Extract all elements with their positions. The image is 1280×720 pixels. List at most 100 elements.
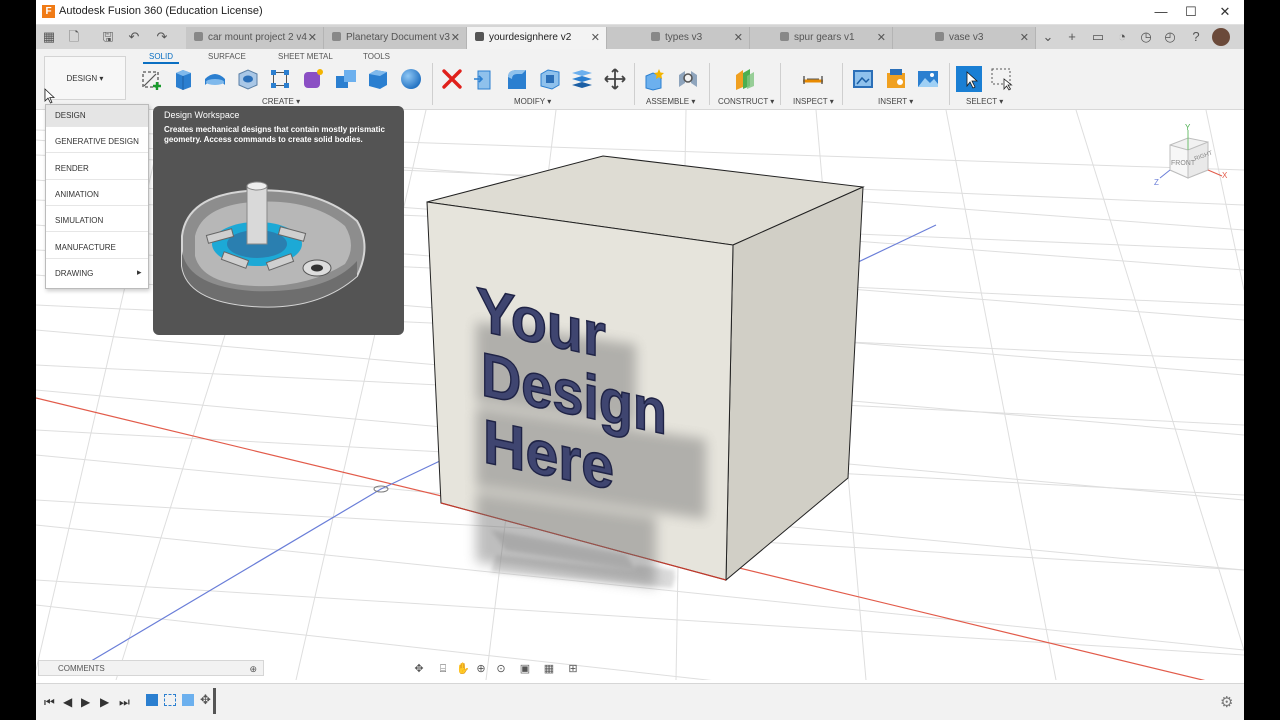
tooltip-description: Creates mechanical designs that contain … [164, 125, 385, 144]
delete-icon[interactable] [440, 67, 464, 91]
tab-overflow-chevron-icon[interactable]: ⌄ [1038, 28, 1058, 46]
close-tab-icon[interactable]: ✕ [591, 27, 600, 49]
measure-icon[interactable] [801, 67, 825, 91]
tab-car-mount-project[interactable]: car mount project 2 v4 ✕ [186, 27, 324, 49]
new-tab-plus-icon[interactable]: + [1062, 28, 1082, 46]
tab-sheet-metal[interactable]: SHEET METAL [278, 52, 333, 61]
tab-planetary-document[interactable]: Planetary Document v3 ✕ [324, 27, 467, 49]
modify-group-label[interactable]: MODIFY ▾ [514, 97, 551, 106]
offset-plane-icon[interactable] [733, 67, 757, 91]
select-icon[interactable] [956, 66, 982, 92]
go-to-end-icon[interactable]: ⏭ [119, 695, 130, 709]
fillet-icon[interactable] [505, 67, 529, 91]
display-settings-icon[interactable]: ▣ [518, 662, 532, 676]
press-pull-icon[interactable] [472, 67, 496, 91]
combine-icon[interactable] [334, 67, 358, 91]
tab-types[interactable]: types v3 ✕ [607, 27, 750, 49]
fit-zoom-icon[interactable]: ⊙ [494, 662, 508, 676]
notifications-icon[interactable]: ▭ [1088, 28, 1108, 46]
menu-item-manufacture[interactable]: MANUFACTURE [46, 237, 148, 259]
help-icon[interactable]: ? [1186, 28, 1206, 46]
menu-item-drawing[interactable]: DRAWING [46, 263, 148, 285]
sphere-icon[interactable] [399, 67, 423, 91]
data-panel-grid-icon[interactable]: ▦ [39, 28, 59, 46]
timeline-move-feature-icon[interactable]: ✥ [200, 692, 211, 708]
look-at-icon[interactable]: ⌸ [436, 662, 450, 676]
workspace-switcher-button[interactable]: DESIGN ▾ [44, 56, 126, 100]
menu-item-generative-design[interactable]: GENERATIVE DESIGN [46, 131, 148, 153]
timeline-sketch-feature-icon[interactable] [164, 694, 176, 706]
close-tab-icon[interactable]: ✕ [451, 27, 460, 49]
menu-item-animation[interactable]: ANIMATION [46, 184, 148, 206]
timeline-settings-gear-icon[interactable]: ⚙ [1220, 693, 1233, 711]
add-comment-icon[interactable]: ⊕ [249, 661, 257, 677]
shell-icon[interactable] [538, 67, 562, 91]
menu-item-design[interactable]: DESIGN [46, 105, 148, 127]
workspace-dropdown-menu: DESIGN GENERATIVE DESIGN RENDER ANIMATIO… [45, 104, 149, 289]
orbit-icon[interactable]: ✥ [412, 662, 426, 676]
timeline-extrude-feature-icon[interactable] [146, 694, 158, 706]
save-icon[interactable]: 🖫 [98, 28, 118, 46]
design-workspace-tooltip: Design Workspace Creates mechanical desi… [153, 106, 404, 335]
step-back-icon[interactable]: ◀ [63, 695, 72, 709]
comments-panel[interactable]: COMMENTS ⊕ [38, 660, 264, 676]
minimize-button[interactable]: — [1144, 2, 1178, 22]
close-tab-icon[interactable]: ✕ [877, 27, 886, 49]
create-sketch-icon[interactable] [140, 67, 164, 91]
insert-mcmaster-icon[interactable] [884, 67, 908, 91]
split-body-icon[interactable] [570, 67, 594, 91]
zoom-window-icon[interactable]: ⊕ [474, 662, 488, 676]
title-bar: F Autodesk Fusion 360 (Education License… [36, 0, 1244, 25]
insert-group-label[interactable]: INSERT ▾ [878, 97, 913, 106]
undo-icon[interactable]: ↶ [124, 28, 144, 46]
hole-icon[interactable] [236, 67, 260, 91]
close-tab-icon[interactable]: ✕ [308, 27, 317, 49]
assemble-group-label[interactable]: ASSEMBLE ▾ [646, 97, 695, 106]
extrude-icon[interactable] [171, 67, 195, 91]
play-icon[interactable]: ▶ [81, 695, 90, 709]
viewcube-x-axis-label: X [1222, 171, 1228, 180]
window-select-icon[interactable] [990, 67, 1014, 91]
maximize-button[interactable]: ☐ [1174, 2, 1208, 22]
extensions-icon[interactable]: ◔ [1112, 28, 1132, 46]
step-forward-icon[interactable]: ▶ [100, 695, 109, 709]
new-component-icon[interactable] [643, 67, 667, 91]
tab-yourdesignhere[interactable]: yourdesignhere v2 ✕ [467, 27, 607, 49]
history-clock-icon[interactable]: ◴ [1160, 28, 1180, 46]
tab-solid[interactable]: SOLID [142, 52, 180, 64]
grid-settings-icon[interactable]: ▦ [542, 662, 556, 676]
construct-group-label[interactable]: CONSTRUCT ▾ [718, 97, 774, 106]
insert-derive-icon[interactable] [851, 67, 875, 91]
viewcube-front-label[interactable]: FRONT [1171, 160, 1196, 167]
pan-hand-icon[interactable]: ✋ [456, 662, 470, 676]
form-icon[interactable] [301, 67, 325, 91]
tab-spur-gears[interactable]: spur gears v1 ✕ [750, 27, 893, 49]
go-to-start-icon[interactable]: ⏮ [44, 695, 55, 709]
close-window-button[interactable]: ✕ [1208, 2, 1242, 22]
timeline-marker[interactable] [213, 688, 216, 714]
menu-item-simulation[interactable]: SIMULATION [46, 210, 148, 232]
revolve-icon[interactable] [203, 67, 227, 91]
gearbox-preview-image [181, 181, 366, 308]
create-group-label[interactable]: CREATE ▾ [262, 97, 300, 106]
menu-item-render[interactable]: RENDER [46, 158, 148, 180]
joint-icon[interactable] [676, 67, 700, 91]
view-cube[interactable]: FRONT RIGHT Y X Z [1154, 123, 1228, 187]
tab-tools[interactable]: TOOLS [363, 52, 390, 61]
box-icon[interactable] [366, 67, 390, 91]
file-menu-icon[interactable]: 🗋 [64, 28, 84, 46]
user-avatar[interactable] [1212, 28, 1230, 46]
insert-canvas-icon[interactable] [916, 67, 940, 91]
viewports-icon[interactable]: ⊞ [566, 662, 580, 676]
inspect-group-label[interactable]: INSPECT ▾ [793, 97, 834, 106]
pattern-icon[interactable] [268, 67, 292, 91]
tab-surface[interactable]: SURFACE [208, 52, 246, 61]
close-tab-icon[interactable]: ✕ [1020, 27, 1029, 49]
redo-icon[interactable]: ↷ [152, 28, 172, 46]
move-copy-icon[interactable] [603, 67, 627, 91]
timeline-emboss-feature-icon[interactable] [182, 694, 194, 706]
tab-vase[interactable]: vase v3 ✕ [893, 27, 1036, 49]
close-tab-icon[interactable]: ✕ [734, 27, 743, 49]
job-status-icon[interactable]: ◷ [1136, 28, 1156, 46]
select-group-label[interactable]: SELECT ▾ [966, 97, 1003, 106]
